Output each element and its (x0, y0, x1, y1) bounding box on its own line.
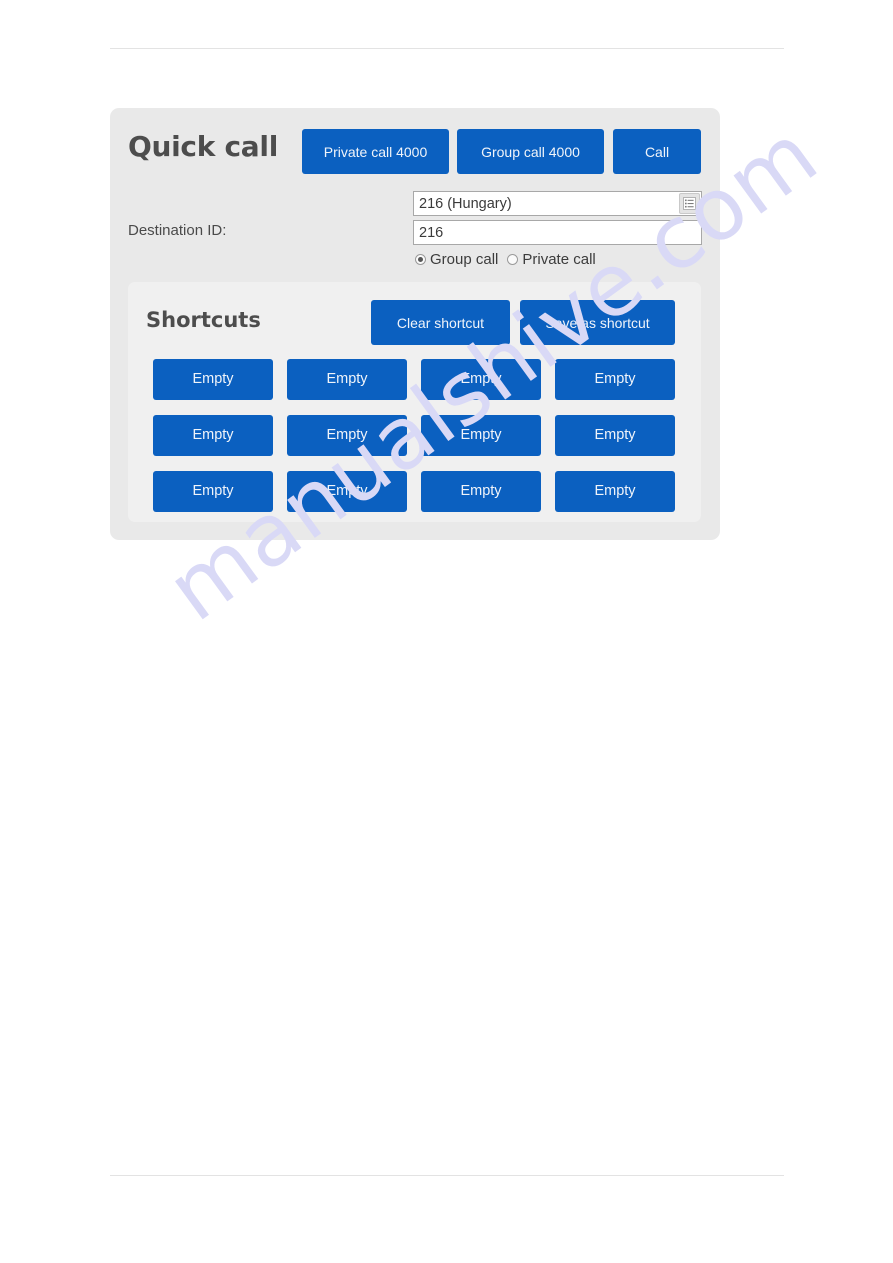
group-call-4000-button[interactable]: Group call 4000 (457, 129, 604, 174)
radio-group-call[interactable]: Group call (415, 251, 498, 268)
shortcut-slot[interactable]: Empty (555, 415, 675, 456)
page-footer-rule (110, 1175, 784, 1176)
radio-private-call-label: Private call (522, 251, 596, 268)
call-type-radio-group: Group call Private call (415, 251, 596, 268)
quick-call-header: Quick call Private call 4000 Group call … (110, 108, 720, 180)
destination-id-row (413, 220, 702, 245)
destination-id-label: Destination ID: (128, 222, 227, 239)
shortcut-slot[interactable]: Empty (153, 359, 273, 400)
page-title: Quick call (128, 130, 278, 163)
radio-unselected-icon (507, 254, 519, 265)
shortcut-slot[interactable]: Empty (421, 415, 541, 456)
shortcut-slot[interactable]: Empty (421, 471, 541, 512)
shortcut-slot[interactable]: Empty (153, 471, 273, 512)
destination-id-input[interactable] (413, 220, 702, 245)
shortcut-slot[interactable]: Empty (287, 415, 407, 456)
page-header-rule (110, 48, 784, 49)
list-icon (683, 197, 696, 210)
shortcut-slot[interactable]: Empty (287, 359, 407, 400)
shortcuts-panel: Shortcuts Clear shortcut Save as shortcu… (128, 282, 701, 522)
radio-group-call-label: Group call (430, 251, 499, 268)
shortcut-slot-grid: Empty Empty Empty Empty Empty Empty Empt… (153, 359, 683, 512)
shortcut-slot[interactable]: Empty (555, 359, 675, 400)
shortcuts-title: Shortcuts (146, 308, 261, 332)
shortcut-slot[interactable]: Empty (421, 359, 541, 400)
save-as-shortcut-button[interactable]: Save as shortcut (520, 300, 675, 345)
radio-selected-icon (415, 254, 426, 265)
country-list-button[interactable] (679, 193, 700, 214)
quick-call-card: Quick call Private call 4000 Group call … (110, 108, 720, 540)
country-code-input[interactable] (413, 191, 702, 216)
shortcut-slot[interactable]: Empty (555, 471, 675, 512)
destination-fields (413, 191, 702, 249)
radio-private-call[interactable]: Private call (507, 251, 596, 268)
country-code-row (413, 191, 702, 216)
call-button[interactable]: Call (613, 129, 701, 174)
shortcut-slot[interactable]: Empty (153, 415, 273, 456)
shortcut-slot[interactable]: Empty (287, 471, 407, 512)
clear-shortcut-button[interactable]: Clear shortcut (371, 300, 510, 345)
private-call-4000-button[interactable]: Private call 4000 (302, 129, 449, 174)
